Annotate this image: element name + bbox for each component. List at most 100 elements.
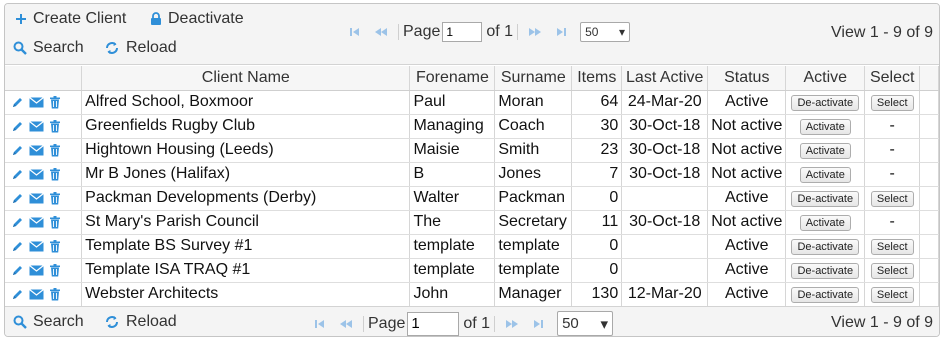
deactivate-row-button[interactable]: De-activate (791, 239, 860, 255)
cell-items: 0 (571, 186, 623, 211)
table-row[interactable]: Template ISA TRAQ #1 template template 0 Act… (5, 258, 939, 283)
cell-client-name: Hightown Housing (Leeds) (81, 138, 411, 163)
pencil-icon[interactable] (11, 120, 24, 133)
deactivate-button[interactable]: Deactivate (150, 10, 244, 28)
select-button[interactable]: Select (870, 239, 914, 255)
table-row[interactable]: Packman Developments (Derby) Walter Packma… (5, 186, 939, 211)
prev-page-icon[interactable] (333, 314, 359, 334)
rows-per-page-select[interactable]: 50 ▾ (580, 22, 631, 42)
column-header-client-name[interactable]: Client Name (81, 66, 411, 91)
deactivate-row-button[interactable]: De-activate (791, 191, 860, 207)
deactivate-row-button[interactable]: De-activate (791, 95, 860, 111)
pencil-icon[interactable] (11, 168, 24, 181)
envelope-icon[interactable] (29, 216, 44, 228)
cell-items: 0 (571, 258, 623, 283)
table-row[interactable]: Greenfields Rugby Club Managing Coach 30 30-… (5, 114, 939, 139)
last-page-icon[interactable] (525, 314, 551, 334)
trash-icon[interactable] (49, 167, 61, 181)
cell-active: De-activate (785, 258, 866, 283)
select-button[interactable]: Select (870, 191, 914, 207)
activate-button[interactable]: Activate (799, 215, 851, 231)
trash-icon[interactable] (49, 263, 61, 277)
pencil-icon[interactable] (11, 264, 24, 277)
deactivate-row-button[interactable]: De-activate (791, 263, 860, 279)
column-header-surname[interactable]: Surname (494, 66, 573, 91)
envelope-icon[interactable] (29, 264, 44, 276)
column-header-active[interactable]: Active (785, 66, 866, 91)
cell-active: De-activate (785, 234, 866, 259)
pencil-icon[interactable] (11, 144, 24, 157)
envelope-icon[interactable] (29, 120, 44, 132)
envelope-icon[interactable] (29, 288, 44, 300)
cell-client-name: Alfred School, Boxmoor (81, 90, 411, 115)
search-button[interactable]: Search (13, 313, 84, 331)
cell-select: Select (864, 282, 921, 307)
deactivate-row-button[interactable]: De-activate (791, 287, 860, 303)
first-page-icon[interactable] (342, 22, 368, 42)
pencil-icon[interactable] (11, 240, 24, 253)
table-row[interactable]: St Mary's Parish Council The Secretary 11 30… (5, 210, 939, 235)
client-grid: Create Client Deactivate Search Reload P… (4, 3, 940, 337)
reload-button[interactable]: Reload (104, 39, 177, 57)
envelope-icon[interactable] (29, 144, 44, 156)
pencil-icon[interactable] (11, 192, 24, 205)
scrollbar-gutter (919, 234, 939, 259)
scrollbar-gutter (919, 162, 939, 187)
next-page-icon[interactable] (499, 314, 525, 334)
activate-button[interactable]: Activate (799, 143, 851, 159)
column-header-status[interactable]: Status (707, 66, 787, 91)
activate-button[interactable]: Activate (799, 119, 851, 135)
page-input[interactable] (407, 311, 460, 336)
column-header-items[interactable]: Items (571, 66, 623, 91)
page-input[interactable] (442, 22, 483, 42)
select-button[interactable]: Select (870, 263, 914, 279)
prev-page-icon[interactable] (368, 22, 394, 42)
column-header-forename[interactable]: Forename (409, 66, 496, 91)
last-page-icon[interactable] (548, 22, 574, 42)
plus-icon (15, 13, 27, 25)
table-row[interactable]: Webster Architects John Manager 130 12-Mar-2… (5, 282, 939, 307)
table-row[interactable]: Alfred School, Boxmoor Paul Moran 64 24-Mar-… (5, 90, 939, 115)
cell-client-name: Packman Developments (Derby) (81, 186, 411, 211)
table-row[interactable]: Mr B Jones (Halifax) B Jones 7 30-Oct-18 Not … (5, 162, 939, 187)
chevron-down-icon: ▾ (619, 25, 626, 39)
column-header-select[interactable]: Select (864, 66, 921, 91)
trash-icon[interactable] (49, 191, 61, 205)
select-placeholder: - (889, 141, 895, 158)
reload-button[interactable]: Reload (104, 313, 177, 331)
rows-per-page-select[interactable]: 50 ▾ (557, 311, 614, 336)
cell-status: Active (707, 234, 787, 259)
search-button[interactable]: Search (13, 39, 84, 57)
pencil-icon[interactable] (11, 216, 24, 229)
cell-active: De-activate (785, 186, 866, 211)
scrollbar-gutter (919, 66, 939, 91)
create-client-button[interactable]: Create Client (15, 10, 126, 28)
envelope-icon[interactable] (29, 192, 44, 204)
trash-icon[interactable] (49, 239, 61, 253)
trash-icon[interactable] (49, 95, 61, 109)
envelope-icon[interactable] (29, 168, 44, 180)
table-row[interactable]: Hightown Housing (Leeds) Maisie Smith 23 30-… (5, 138, 939, 163)
table-row[interactable]: Template BS Survey #1 template template 0 Ac… (5, 234, 939, 259)
next-page-icon[interactable] (522, 22, 548, 42)
column-header-last-active[interactable]: Last Active (621, 66, 709, 91)
envelope-icon[interactable] (29, 96, 44, 108)
trash-icon[interactable] (49, 143, 61, 157)
reload-icon (104, 315, 120, 329)
search-icon (13, 41, 27, 55)
trash-icon[interactable] (49, 119, 61, 133)
trash-icon[interactable] (49, 215, 61, 229)
cell-client-name: Template BS Survey #1 (81, 234, 411, 259)
select-button[interactable]: Select (870, 95, 914, 111)
trash-icon[interactable] (49, 287, 61, 301)
cell-items: 30 (571, 114, 623, 139)
cell-status: Active (707, 258, 787, 283)
pencil-icon[interactable] (11, 96, 24, 109)
envelope-icon[interactable] (29, 240, 44, 252)
activate-button[interactable]: Activate (799, 167, 851, 183)
first-page-icon[interactable] (307, 314, 333, 334)
pencil-icon[interactable] (11, 288, 24, 301)
cell-active: Activate (785, 210, 866, 235)
bottom-toolbar: Search Reload Page of 1 50 ▾ View 1 - 9 … (5, 306, 939, 336)
select-button[interactable]: Select (870, 287, 914, 303)
